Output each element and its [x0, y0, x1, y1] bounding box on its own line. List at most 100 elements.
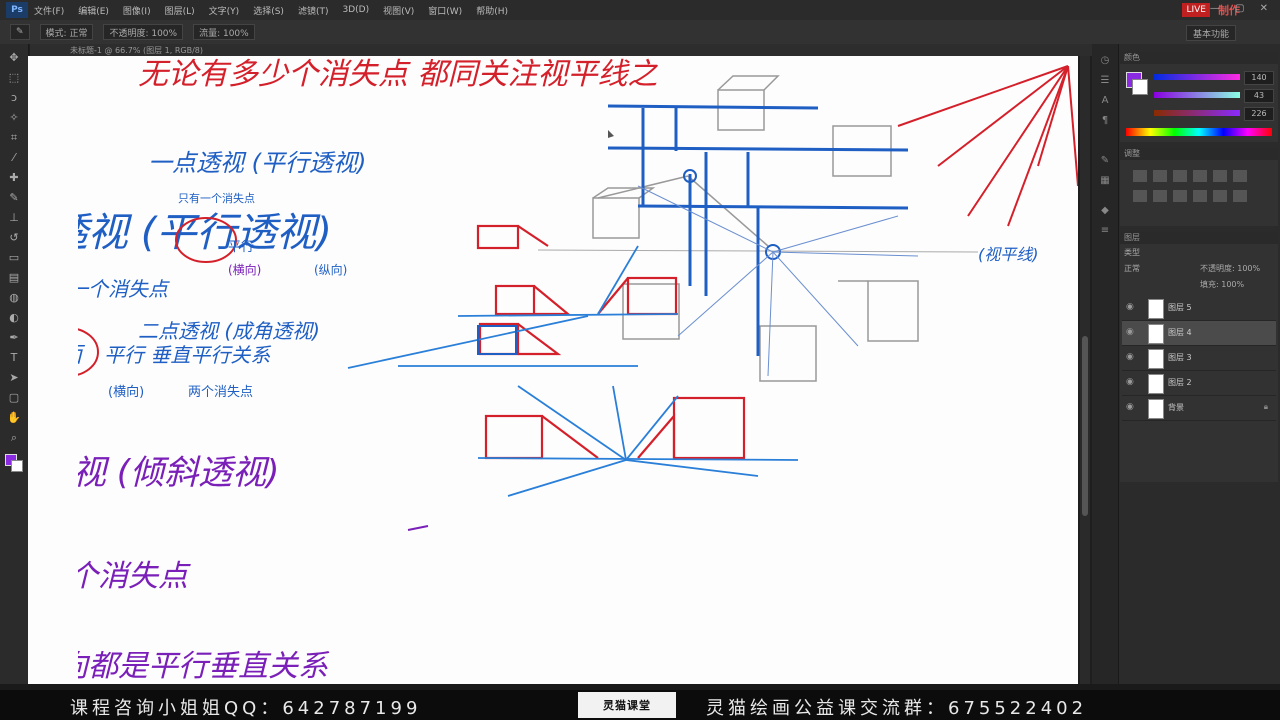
group-contact-text: 灵猫绘画公益课交流群：675522402	[706, 698, 1088, 719]
vibrance-icon[interactable]	[1213, 170, 1227, 182]
shape-tool-icon[interactable]: ▢	[6, 390, 22, 406]
visibility-eye-icon[interactable]: ◉	[1126, 327, 1136, 337]
pen-tool-icon[interactable]: ✒	[6, 330, 22, 346]
layer-name: 图层 3	[1168, 353, 1192, 362]
menu-edit[interactable]: 编辑(E)	[78, 4, 109, 17]
color-spectrum[interactable]	[1126, 128, 1272, 136]
drawing-canvas[interactable]: 无论有多少个消失点 都同关注视平线之 一点透视 (平行透视) 只有一个消失点 透…	[78, 56, 1078, 684]
lock-icon: 🔒︎	[1263, 402, 1268, 411]
green-value-field[interactable]: 43	[1244, 89, 1274, 103]
blue-slider[interactable]	[1154, 110, 1240, 116]
document-tab[interactable]: 未标题-1 @ 66.7% (图层 1, RGB/8)	[30, 44, 1092, 56]
menu-window[interactable]: 窗口(W)	[428, 4, 462, 17]
panel-icon-strip: ◷ ☰ A ¶ ✎ ▦ ◆ ≡	[1092, 44, 1119, 684]
blend-mode-select[interactable]: 模式: 正常	[39, 24, 94, 40]
window-controls[interactable]: — ▢ ✕	[1210, 3, 1274, 14]
menu-3d[interactable]: 3D(D)	[342, 5, 369, 15]
layer-blend-mode[interactable]: 正常	[1124, 262, 1140, 276]
two-vp-small-text: 两个消失点	[188, 385, 253, 400]
balance-icon[interactable]	[1133, 190, 1147, 202]
layers-panel: 图层 类型 正常 不透明度: 100% 填充: 100% ◉ 图层 5 ◉ 图层…	[1120, 232, 1278, 482]
red-value-field[interactable]: 140	[1244, 71, 1274, 85]
lookup-icon[interactable]	[1213, 190, 1227, 202]
brush-tool-icon[interactable]: ✎	[6, 190, 22, 206]
workspace-select[interactable]: 基本功能	[1185, 25, 1236, 41]
lasso-tool-icon[interactable]: ↄ	[6, 90, 22, 106]
bw-icon[interactable]	[1153, 190, 1167, 202]
hand-tool-icon[interactable]: ✋	[6, 410, 22, 426]
brush-tool-icon[interactable]: ✎	[10, 24, 30, 40]
crop-tool-icon[interactable]: ⌗	[6, 130, 22, 146]
color-panel-tab[interactable]: 颜色	[1120, 52, 1278, 64]
blur-tool-icon[interactable]: ◍	[6, 290, 22, 306]
type-tool-icon[interactable]: T	[6, 350, 22, 366]
brightness-icon[interactable]	[1133, 170, 1147, 182]
layer-row[interactable]: ◉ 图层 3	[1122, 346, 1276, 371]
quick-select-tool-icon[interactable]: ✧	[6, 110, 22, 126]
exposure-icon[interactable]	[1193, 170, 1207, 182]
stamp-tool-icon[interactable]: ⊥	[6, 210, 22, 226]
menu-filter[interactable]: 滤镜(T)	[298, 4, 329, 17]
adjustments-tab[interactable]: 调整	[1120, 148, 1278, 160]
move-tool-icon[interactable]: ✥	[6, 50, 22, 66]
dodge-tool-icon[interactable]: ◐	[6, 310, 22, 326]
layer-row-active[interactable]: ◉ 图层 4	[1122, 321, 1276, 346]
invert-icon[interactable]	[1233, 190, 1247, 202]
face-text: 对面	[78, 343, 86, 368]
visibility-eye-icon[interactable]: ◉	[1126, 352, 1136, 362]
swatches-icon[interactable]: ▦	[1097, 174, 1113, 188]
layer-fill[interactable]: 填充: 100%	[1200, 278, 1244, 292]
styles-icon[interactable]: ◆	[1097, 204, 1113, 218]
layer-row[interactable]: ◉ 图层 2	[1122, 371, 1276, 396]
photoshop-logo-icon[interactable]: Ps	[6, 2, 28, 18]
background-swatch[interactable]	[1132, 79, 1148, 95]
history-icon[interactable]: ◷	[1097, 54, 1113, 68]
canvas-vertical-scrollbar[interactable]	[1080, 56, 1090, 684]
visibility-eye-icon[interactable]: ◉	[1126, 377, 1136, 387]
eraser-tool-icon[interactable]: ▭	[6, 250, 22, 266]
history-brush-tool-icon[interactable]: ↺	[6, 230, 22, 246]
paragraph-icon[interactable]: ¶	[1097, 114, 1113, 128]
layers-tab[interactable]: 图层	[1120, 232, 1278, 244]
menu-view[interactable]: 视图(V)	[383, 4, 414, 17]
curves-icon[interactable]	[1173, 170, 1187, 182]
zoom-tool-icon[interactable]: ⌕	[6, 430, 22, 446]
menu-layer[interactable]: 图层(L)	[165, 4, 195, 17]
layer-name: 图层 5	[1168, 303, 1192, 312]
brush-presets-icon[interactable]: ✎	[1097, 154, 1113, 168]
character-icon[interactable]: A	[1097, 94, 1113, 108]
channels-icon[interactable]: ≡	[1097, 224, 1113, 238]
visibility-eye-icon[interactable]: ◉	[1126, 402, 1136, 412]
healing-tool-icon[interactable]: ✚	[6, 170, 22, 186]
levels-icon[interactable]	[1153, 170, 1167, 182]
layer-row-background[interactable]: ◉ 背景 🔒︎	[1122, 396, 1276, 421]
properties-icon[interactable]: ☰	[1097, 74, 1113, 88]
red-slider[interactable]	[1154, 74, 1240, 80]
three-point-perspective-text: 透视 (倾斜透视)	[78, 453, 279, 493]
mixer-icon[interactable]	[1193, 190, 1207, 202]
marquee-tool-icon[interactable]: ⬚	[6, 70, 22, 86]
menu-help[interactable]: 帮助(H)	[476, 4, 508, 17]
layer-row[interactable]: ◉ 图层 5	[1122, 296, 1276, 321]
layer-opacity[interactable]: 不透明度: 100%	[1200, 262, 1260, 276]
menu-select[interactable]: 选择(S)	[253, 4, 284, 17]
eyedropper-tool-icon[interactable]: ⁄	[6, 150, 22, 166]
green-slider[interactable]	[1154, 92, 1240, 98]
path-select-tool-icon[interactable]: ➤	[6, 370, 22, 386]
blue-value-field[interactable]: 226	[1244, 107, 1274, 121]
background-color-swatch[interactable]	[11, 460, 23, 472]
menu-file[interactable]: 文件(F)	[34, 4, 64, 17]
photo-filter-icon[interactable]	[1173, 190, 1187, 202]
menu-image[interactable]: 图像(I)	[123, 4, 151, 17]
flow-field[interactable]: 流量: 100%	[193, 24, 255, 40]
hue-icon[interactable]	[1233, 170, 1247, 182]
layer-kind-filter[interactable]: 类型	[1124, 246, 1140, 260]
menu-type[interactable]: 文字(Y)	[209, 4, 240, 17]
scrollbar-thumb[interactable]	[1082, 336, 1088, 516]
all-parallel-text: 纵向都是平行垂直关系	[78, 649, 330, 684]
gradient-tool-icon[interactable]: ▤	[6, 270, 22, 286]
right-panels: ◷ ☰ A ¶ ✎ ▦ ◆ ≡ 颜色 140 43 226 调整 图层 类型 正…	[1092, 44, 1280, 684]
visibility-eye-icon[interactable]: ◉	[1126, 302, 1136, 312]
opacity-field[interactable]: 不透明度: 100%	[103, 24, 184, 40]
horizontal-label-text: (横向)	[228, 262, 261, 277]
